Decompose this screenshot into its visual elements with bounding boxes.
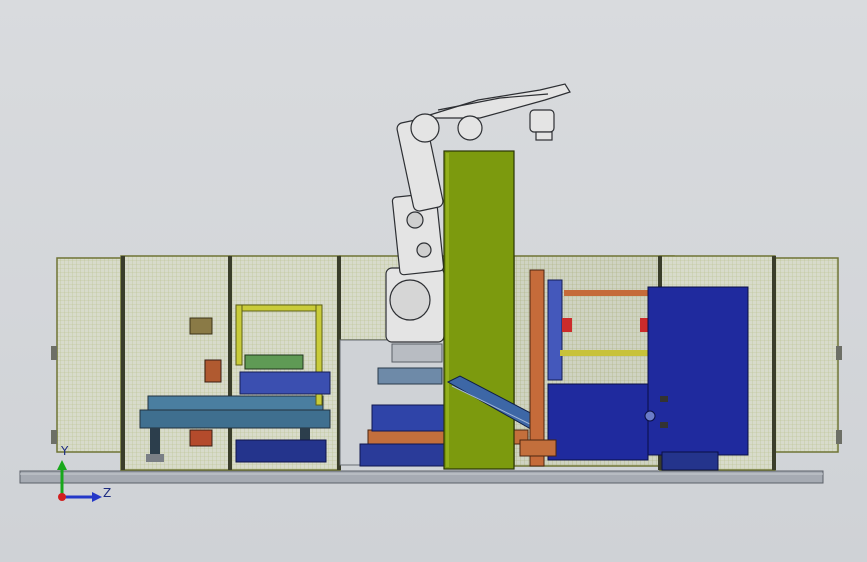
z-axis-label: Z (103, 486, 111, 500)
support-column (443, 150, 515, 470)
cad-viewport[interactable]: Y Z (0, 0, 867, 562)
assembly-view[interactable]: Y Z (0, 0, 867, 562)
base-platform (19, 470, 824, 484)
y-axis-label: Y (60, 444, 69, 458)
